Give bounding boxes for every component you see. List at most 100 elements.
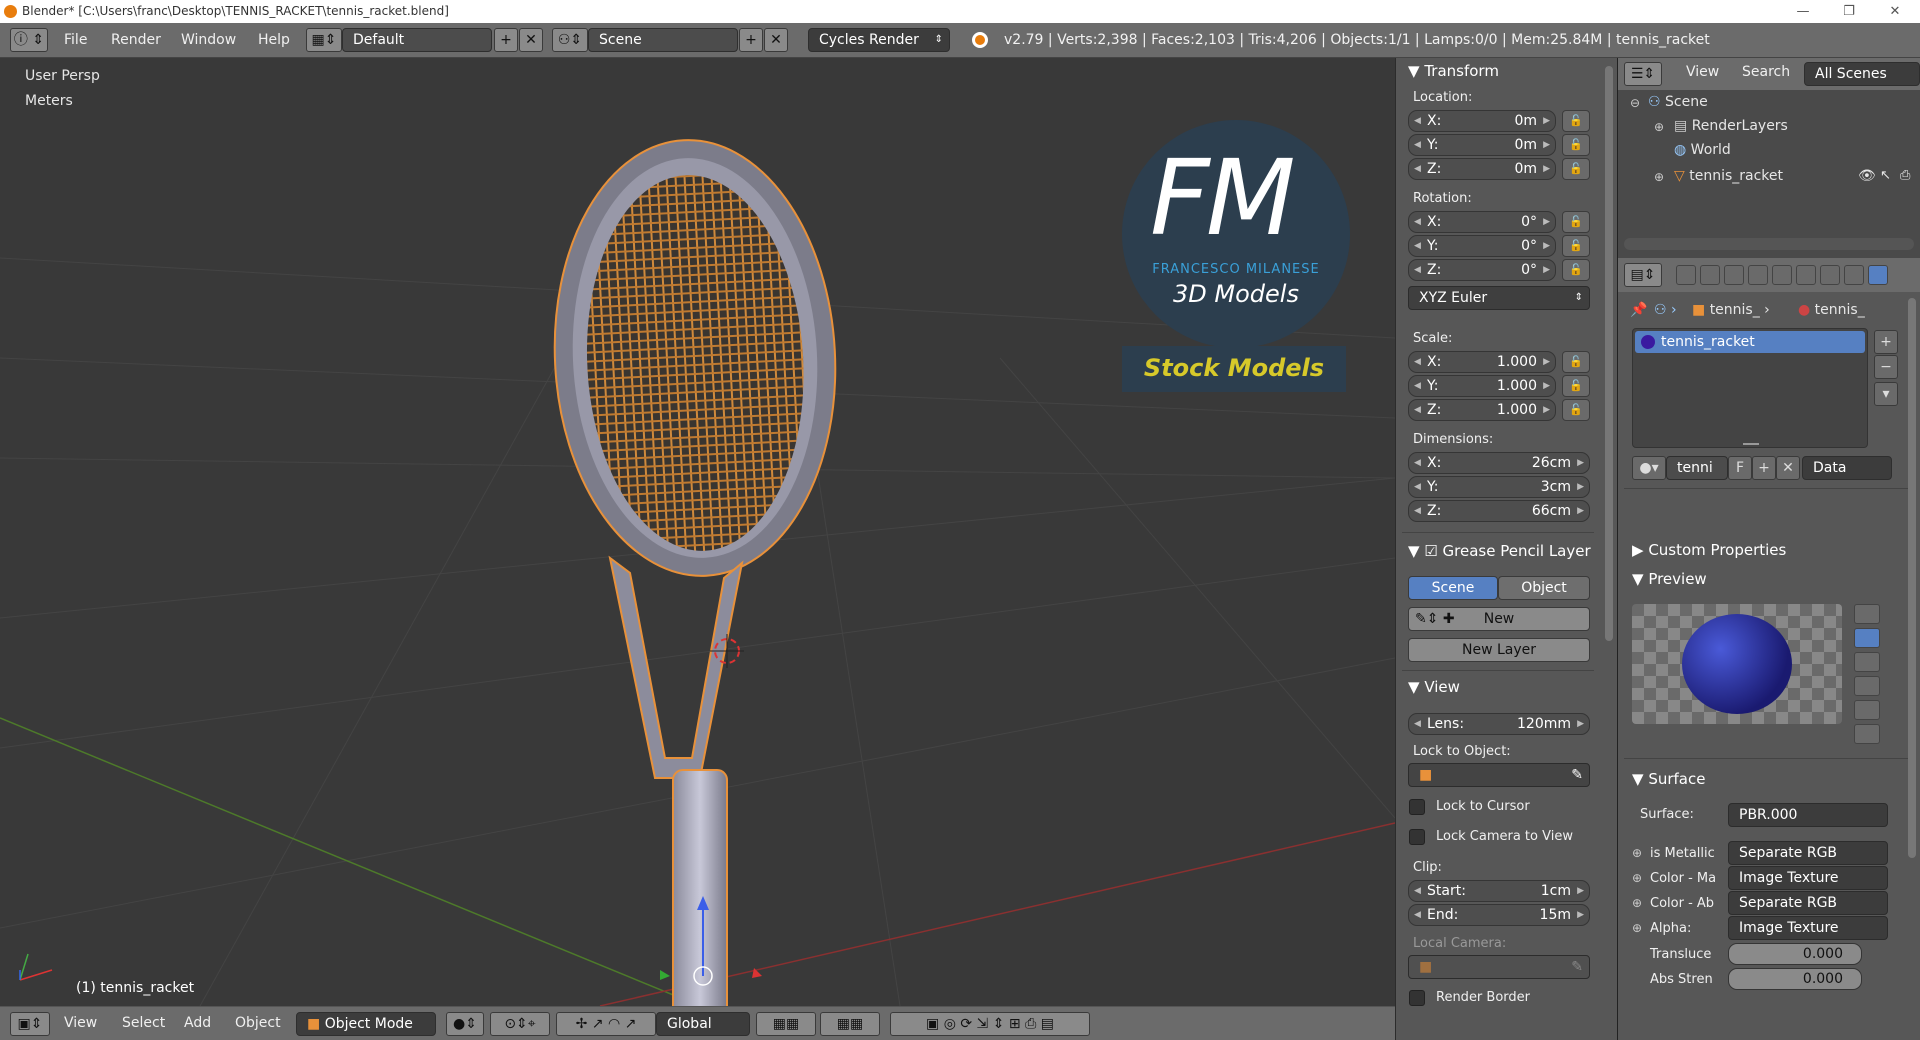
outliner-menu-search[interactable]: Search	[1742, 64, 1790, 80]
interaction-mode-select[interactable]: ■ Object Mode	[296, 1012, 436, 1036]
dimensions-x-field[interactable]: ◀ X: 26cm ▶	[1408, 452, 1590, 474]
render-camera-icon[interactable]: ⎙	[1900, 168, 1910, 183]
grease-object-tab[interactable]: Object	[1498, 576, 1590, 600]
transform-orientation-select[interactable]: Global	[656, 1012, 750, 1036]
maximize-button[interactable]: ❐	[1826, 0, 1872, 23]
pivot-point-icon[interactable]: ⊙⇕⌖	[490, 1012, 550, 1036]
delete-screen-button[interactable]: ✕	[519, 28, 543, 52]
input-link-icon[interactable]: ⊕	[1632, 921, 1642, 935]
menu-object[interactable]: Object	[235, 1015, 281, 1031]
tennis-racket-object[interactable]	[544, 133, 846, 1006]
renderlayers-tree-item[interactable]: ▤ RenderLayers	[1674, 118, 1788, 134]
location-x-field[interactable]: ◀ X: 0m ▶	[1408, 110, 1556, 132]
collapse-icon[interactable]: ⊖	[1630, 96, 1640, 110]
menu-file[interactable]: File	[64, 32, 87, 48]
modifiers-tab-icon[interactable]	[1820, 265, 1840, 285]
menu-view[interactable]: View	[64, 1015, 97, 1031]
rotation-z-field[interactable]: ◀ Z: 0° ▶	[1408, 259, 1556, 281]
surface-shader-select[interactable]: PBR.000	[1728, 803, 1888, 827]
lock-icon[interactable]: 🔓	[1562, 235, 1590, 257]
lock-object-field[interactable]: ■ ✎	[1408, 763, 1590, 787]
outliner-scrollbar[interactable]	[1624, 238, 1914, 250]
preview-hair-icon[interactable]	[1854, 700, 1880, 720]
preview-panel-header[interactable]: ▼ Preview	[1632, 570, 1707, 588]
custom-properties-panel-header[interactable]: ▶ Custom Properties	[1632, 541, 1786, 559]
translucence-slider[interactable]: 0.000	[1728, 943, 1862, 965]
remove-material-slot-button[interactable]: −	[1874, 355, 1898, 379]
outliner-display-mode-select[interactable]: All Scenes	[1804, 62, 1920, 86]
snapping-tools-icons[interactable]: ▣ ◎ ⟳ ⇲ ⇕ ⊞ ⎙ ▤	[890, 1012, 1090, 1036]
menu-help[interactable]: Help	[258, 32, 290, 48]
visibility-eye-icon[interactable]: 👁	[1858, 168, 1876, 184]
pin-icon[interactable]: 📌	[1630, 302, 1647, 318]
add-screen-button[interactable]: +	[494, 28, 518, 52]
scene-tree-item[interactable]: ⚇ Scene	[1648, 94, 1708, 110]
add-scene-button[interactable]: +	[739, 28, 763, 52]
selectable-cursor-icon[interactable]: ↖	[1880, 168, 1891, 183]
view-panel-header[interactable]: ▼ View	[1408, 678, 1460, 696]
scene-field[interactable]: Scene	[588, 28, 738, 52]
scale-x-field[interactable]: ◀ X: 1.000 ▶	[1408, 351, 1556, 373]
screen-layout-field[interactable]: Default	[342, 28, 492, 52]
screen-layout-icon[interactable]: ▦⇕	[306, 28, 342, 52]
lens-field[interactable]: ◀ Lens: 120mm ▶	[1408, 713, 1590, 735]
metallic-input-select[interactable]: Separate RGB	[1728, 841, 1888, 865]
lock-icon[interactable]: 🔓	[1562, 375, 1590, 397]
add-material-slot-button[interactable]: +	[1874, 330, 1898, 354]
shelf-scrollbar[interactable]	[1600, 58, 1618, 1040]
surface-panel-header[interactable]: ▼ Surface	[1632, 770, 1705, 788]
editor-type-properties-button[interactable]: ▤⇕	[1624, 263, 1662, 287]
scale-z-field[interactable]: ◀ Z: 1.000 ▶	[1408, 399, 1556, 421]
grease-scene-tab[interactable]: Scene	[1408, 576, 1498, 600]
new-layer-button[interactable]: New Layer	[1408, 638, 1590, 662]
object-tab-icon[interactable]	[1772, 265, 1792, 285]
render-layers-tab-icon[interactable]	[1700, 265, 1720, 285]
tennis-racket-tree-item[interactable]: ▽ tennis_racket	[1674, 168, 1783, 184]
data-tab-icon[interactable]	[1844, 265, 1864, 285]
lock-icon[interactable]: 🔓	[1562, 158, 1590, 180]
grease-pencil-panel-header[interactable]: ▼ ☑ Grease Pencil Layer	[1408, 542, 1591, 560]
constraints-tab-icon[interactable]	[1796, 265, 1816, 285]
menu-window[interactable]: Window	[181, 32, 236, 48]
transform-panel-header[interactable]: ▼ Transform	[1408, 62, 1499, 80]
clip-start-field[interactable]: ◀ Start: 1cm ▶	[1408, 880, 1590, 902]
delete-scene-button[interactable]: ✕	[764, 28, 788, 52]
preview-world-icon[interactable]	[1854, 724, 1880, 744]
close-window-button[interactable]: ✕	[1872, 0, 1918, 23]
world-tab-icon[interactable]	[1748, 265, 1768, 285]
shelf-scrollbar-thumb[interactable]	[1605, 66, 1613, 641]
material-tab-icon[interactable]	[1868, 265, 1888, 285]
render-tab-icon[interactable]	[1676, 265, 1696, 285]
preview-cube-icon[interactable]	[1854, 652, 1880, 672]
material-name-field[interactable]: tenni	[1666, 456, 1728, 480]
3d-viewport[interactable]: User Persp Meters (1) tennis_racket FM F…	[0, 58, 1395, 1006]
preview-flat-icon[interactable]	[1854, 604, 1880, 624]
material-slot-item[interactable]: tennis_racket	[1635, 331, 1865, 353]
dimensions-y-field[interactable]: ◀ Y: 3cm ▶	[1408, 476, 1590, 498]
menu-select[interactable]: Select	[122, 1015, 165, 1031]
input-link-icon[interactable]: ⊕	[1632, 871, 1642, 885]
menu-add[interactable]: Add	[184, 1015, 211, 1031]
location-y-field[interactable]: ◀ Y: 0m ▶	[1408, 134, 1556, 156]
alpha-input-select[interactable]: Image Texture	[1728, 916, 1888, 940]
input-link-icon[interactable]: ⊕	[1632, 846, 1642, 860]
scene-icon[interactable]: ⚇⇕	[552, 28, 588, 52]
abs-strength-slider[interactable]: 0.000	[1728, 968, 1862, 990]
lock-icon[interactable]: 🔓	[1562, 259, 1590, 281]
manipulator-toggle-icons[interactable]: ✢ ↗ ◠ ↗	[556, 1012, 656, 1036]
preview-sphere-icon[interactable]	[1854, 628, 1880, 648]
render-border-checkbox[interactable]	[1409, 990, 1425, 1006]
menu-render[interactable]: Render	[111, 32, 161, 48]
layers-grid-1-icon[interactable]: ▦▦	[756, 1012, 816, 1036]
rotation-y-field[interactable]: ◀ Y: 0° ▶	[1408, 235, 1556, 257]
minimize-button[interactable]: —	[1780, 0, 1826, 23]
list-resize-handle[interactable]	[1743, 443, 1759, 445]
expand-icon[interactable]: ⊕	[1654, 170, 1664, 184]
dimensions-z-field[interactable]: ◀ Z: 66cm ▶	[1408, 500, 1590, 522]
lock-icon[interactable]: 🔓	[1562, 211, 1590, 233]
preview-monkey-icon[interactable]	[1854, 676, 1880, 696]
scale-y-field[interactable]: ◀ Y: 1.000 ▶	[1408, 375, 1556, 397]
lock-to-cursor-checkbox[interactable]	[1409, 799, 1425, 815]
viewport-shading-icon[interactable]: ●⇕	[446, 1012, 484, 1036]
material-specials-menu-button[interactable]: ▾	[1874, 382, 1898, 406]
